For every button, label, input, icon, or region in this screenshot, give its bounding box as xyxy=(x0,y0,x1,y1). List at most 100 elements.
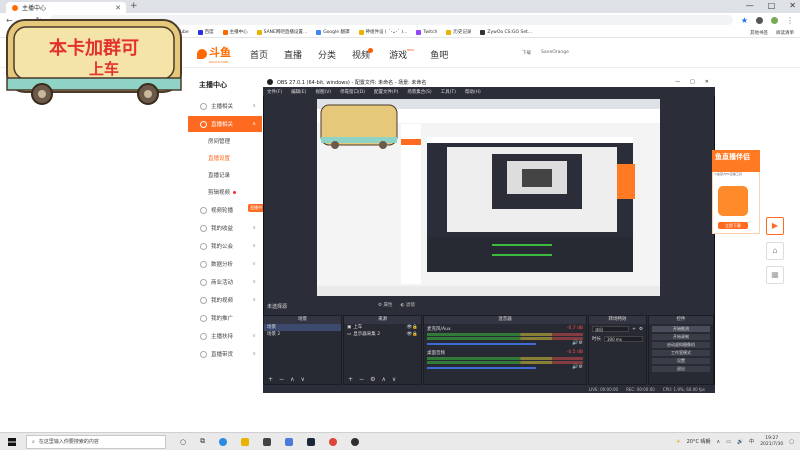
sidebar-sub-settings[interactable]: 直播设置 xyxy=(188,150,262,166)
taskbar-search[interactable]: ⌕ 在这里输入你要搜索的内容 xyxy=(26,434,166,449)
sidebar-item-anchor[interactable]: 主播相关 ∧ xyxy=(188,98,262,114)
bookmark-item[interactable]: 神组件设 ( ´･ᴗ･` )... xyxy=(358,29,407,35)
obs-preview-canvas[interactable] xyxy=(317,99,660,296)
username[interactable]: SaneOrange xyxy=(541,50,569,56)
network-icon[interactable]: ▭ xyxy=(726,439,731,445)
volume-slider[interactable] xyxy=(427,343,537,345)
sidebar-sub-clips[interactable]: 剪辑视频 xyxy=(188,184,262,200)
extension-icon[interactable] xyxy=(756,16,763,24)
up-icon[interactable]: ∧ xyxy=(290,376,294,383)
speaker-gear-icon[interactable]: 🔊⚙ xyxy=(572,364,583,370)
bookmark-item[interactable]: Google 翻譯 xyxy=(316,29,350,35)
tab-close-icon[interactable]: ✕ xyxy=(115,4,121,12)
sidebar-item-commerce[interactable]: 直播带货 ∨ xyxy=(188,346,262,362)
task-view-icon[interactable]: ⧉ xyxy=(200,437,205,446)
obs-menu-profile[interactable]: 配置文件(P) xyxy=(374,89,398,95)
transition-select[interactable]: 淡出 xyxy=(592,326,630,332)
home-icon[interactable]: ⌂ xyxy=(766,242,784,260)
bookmark-item[interactable]: SANE网吧直播设置... xyxy=(256,29,307,35)
edge-icon[interactable] xyxy=(219,437,228,446)
browser-tab[interactable]: 主播中心 ✕ xyxy=(6,2,126,13)
studio-mode-button[interactable]: 工作室模式 xyxy=(652,349,710,356)
down-icon[interactable]: ∨ xyxy=(392,376,396,383)
obs-menu-file[interactable]: 文件(F) xyxy=(267,89,282,95)
obs-menu-scenes[interactable]: 场景集合(S) xyxy=(407,89,431,95)
volume-icon[interactable]: 🔊 xyxy=(737,439,743,445)
obs-menu-tools[interactable]: 工具(T) xyxy=(441,89,456,95)
exit-button[interactable]: 退出 xyxy=(652,365,710,372)
sidebar-sub-records[interactable]: 直播记录 xyxy=(188,167,262,183)
settings-button[interactable]: 设置 xyxy=(652,357,710,364)
nav-home[interactable]: 首页 xyxy=(250,48,268,61)
maximize-button[interactable]: □ xyxy=(768,1,776,10)
clock[interactable]: 19:27 2021/7/30 xyxy=(760,436,783,448)
remove-icon[interactable]: − xyxy=(279,376,284,383)
other-bookmarks[interactable]: 其他书签 xyxy=(750,30,768,36)
chrome-icon[interactable] xyxy=(329,437,338,446)
reading-list[interactable]: 阅读清单 xyxy=(776,30,794,36)
gear-icon[interactable]: ⚙ xyxy=(639,327,643,332)
speaker-gear-icon[interactable]: 🔊⚙ xyxy=(572,340,583,346)
bookmark-item[interactable]: Twitch xyxy=(416,29,437,35)
eye-lock-icon[interactable]: 👁🔒 xyxy=(407,324,421,331)
add-icon[interactable]: + xyxy=(268,376,273,383)
scene-item[interactable]: 场景 2 xyxy=(264,331,341,338)
add-icon[interactable]: + xyxy=(348,376,353,383)
remove-icon[interactable]: − xyxy=(359,376,364,383)
nav-category[interactable]: 分类 xyxy=(318,48,336,61)
add-icon[interactable]: + xyxy=(632,327,636,332)
filters-button[interactable]: ◐ 滤镜 xyxy=(400,302,414,308)
notification-icon[interactable]: ▢ xyxy=(789,439,794,445)
obs-menu-view[interactable]: 视图(V) xyxy=(315,89,331,95)
play-icon[interactable]: ▶ xyxy=(766,217,784,235)
bookmark-item[interactable]: 历史记录 xyxy=(446,29,471,35)
start-streaming-button[interactable]: 开始推流 xyxy=(652,325,710,332)
sidebar-item-support[interactable]: 主播扶持 ∨ xyxy=(188,328,262,344)
tray-up-icon[interactable]: ∧ xyxy=(717,439,721,445)
start-recording-button[interactable]: 开始录制 xyxy=(652,333,710,340)
source-item[interactable]: ▣ 上车 👁🔒 xyxy=(344,324,421,331)
download-link[interactable]: 下载 xyxy=(522,50,531,56)
nav-live[interactable]: 直播 xyxy=(284,48,302,61)
obs-icon[interactable] xyxy=(351,437,360,446)
store-icon[interactable] xyxy=(263,437,272,446)
steam-icon[interactable] xyxy=(307,437,316,446)
obs-minimize-button[interactable]: — xyxy=(675,79,680,85)
properties-button[interactable]: ⚙ 属性 xyxy=(378,302,392,308)
obs-menu-help[interactable]: 帮助(H) xyxy=(465,89,481,95)
sidebar-item-promo[interactable]: 我的推广 xyxy=(188,310,262,326)
nav-yuba[interactable]: 鱼吧 xyxy=(430,48,448,61)
qrcode-icon[interactable]: ▦ xyxy=(766,266,784,284)
duration-input[interactable]: 300 ms xyxy=(604,336,643,342)
up-icon[interactable]: ∧ xyxy=(381,376,385,383)
minimize-button[interactable]: — xyxy=(746,1,754,10)
obs-close-button[interactable]: ✕ xyxy=(705,79,709,85)
scene-item[interactable]: 场景 xyxy=(264,324,341,331)
obs-menu-docks[interactable]: 停靠窗口(D) xyxy=(340,89,365,95)
ime-indicator[interactable]: 中 xyxy=(749,438,754,445)
gear-icon[interactable]: ⚙ xyxy=(370,376,375,383)
sidebar-item-business[interactable]: 商业活动 ∨ xyxy=(188,274,262,290)
cortana-icon[interactable]: ○ xyxy=(180,438,186,446)
nav-video[interactable]: 视频 xyxy=(352,48,374,61)
bookmark-item[interactable]: ZywOo CS:GO Set... xyxy=(480,29,532,35)
sidebar-item-guild[interactable]: 我的公会 ∨ xyxy=(188,238,262,254)
down-icon[interactable]: ∨ xyxy=(300,376,304,383)
new-tab-button[interactable]: + xyxy=(130,1,138,11)
app-icon[interactable] xyxy=(285,437,294,446)
bookmark-item[interactable]: 百度 xyxy=(197,29,214,35)
profile-avatar[interactable] xyxy=(771,16,778,24)
sidebar-sub-room[interactable]: 房间管理 xyxy=(188,133,262,149)
weather-text[interactable]: 20°C 晴朗 xyxy=(687,438,711,445)
menu-icon[interactable]: ⋮ xyxy=(786,16,794,25)
star-icon[interactable]: ★ xyxy=(741,16,748,25)
start-button[interactable] xyxy=(4,434,20,450)
source-item[interactable]: ▭ 显示器采集 2 👁🔒 xyxy=(344,331,421,338)
promo-download-button[interactable]: 立即下载 xyxy=(718,222,748,229)
sidebar-item-income[interactable]: 我的收益 ∨ xyxy=(188,220,262,236)
obs-maximize-button[interactable]: □ xyxy=(690,79,695,85)
close-window-button[interactable]: ✕ xyxy=(789,1,796,10)
sidebar-item-videos[interactable]: 我的视频 ∨ xyxy=(188,292,262,308)
eye-lock-icon[interactable]: 👁🔒 xyxy=(407,331,421,338)
volume-slider[interactable] xyxy=(427,367,537,369)
